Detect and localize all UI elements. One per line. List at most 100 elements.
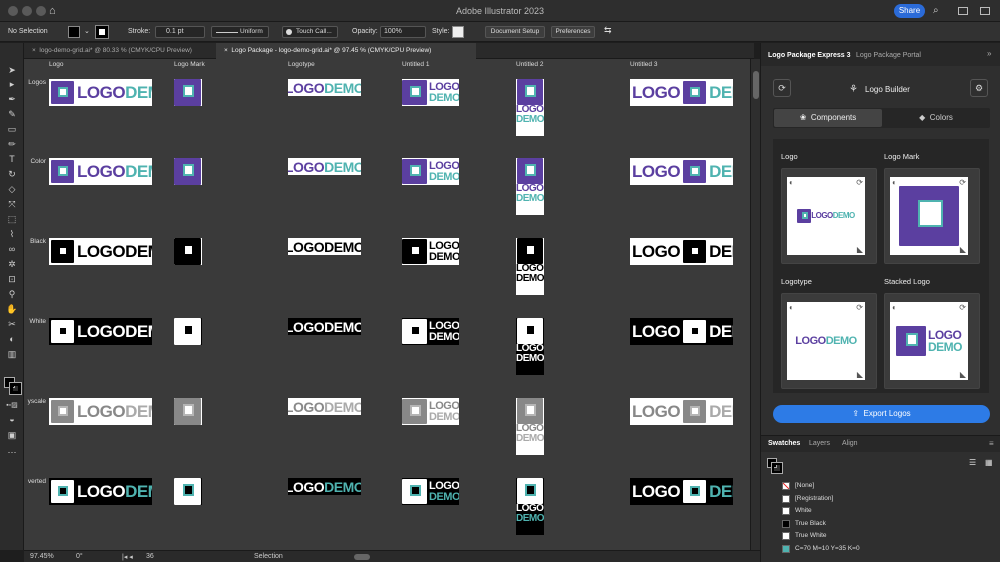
- preferences-button[interactable]: Preferences: [551, 26, 595, 38]
- swatch-stroke-icon[interactable]: [771, 462, 783, 474]
- logo-artwork[interactable]: LOGODEMO: [49, 478, 152, 505]
- untitled-1-artwork[interactable]: LOGO DEMO: [402, 158, 459, 185]
- tab-logo-package-express[interactable]: Logo Package Express 3: [768, 52, 850, 59]
- logotype-artwork[interactable]: LOGODEMO: [288, 79, 361, 96]
- stroke-swatch[interactable]: [95, 25, 109, 39]
- logo-mark-artwork[interactable]: [174, 79, 202, 106]
- grid-view-icon[interactable]: ▦: [985, 458, 993, 467]
- document-setup-button[interactable]: Document Setup: [485, 26, 545, 38]
- contrast-icon[interactable]: ◐: [892, 178, 897, 187]
- artboard-canvas[interactable]: Logo Logo Mark Logotype Untitled 1 Untit…: [24, 59, 750, 550]
- logo-mark-artwork[interactable]: [174, 158, 202, 185]
- logotype-artwork[interactable]: LOGODEMO: [288, 398, 361, 415]
- tab-logo-package[interactable]: × Logo Package - logo-demo-grid.ai* @ 97…: [216, 43, 476, 59]
- width-tool-icon[interactable]: ⤧: [6, 200, 18, 209]
- stroke-weight-field[interactable]: 0.1 pt: [155, 26, 205, 38]
- tab-align[interactable]: Align: [842, 440, 858, 447]
- untitled-1-artwork[interactable]: LOGO DEMO: [402, 398, 459, 425]
- search-icon[interactable]: ⌕: [933, 5, 939, 16]
- paint-bucket-icon[interactable]: ◣: [960, 370, 966, 379]
- tab-logo-package-portal[interactable]: Logo Package Portal: [856, 52, 921, 59]
- tab-logo-demo-grid[interactable]: × logo-demo-grid.ai* @ 80.33 % (CMYK/CPU…: [24, 43, 214, 59]
- rotate-tool-icon[interactable]: ↻: [6, 170, 18, 179]
- logotype-artwork[interactable]: LOGODEMO: [288, 158, 361, 175]
- draw-mode-icon[interactable]: ◒: [6, 415, 18, 424]
- untitled-2-artwork[interactable]: LOGO DEMO: [516, 478, 544, 535]
- curvature-tool-icon[interactable]: ✎: [6, 110, 18, 119]
- blend-tool-icon[interactable]: ∞: [6, 245, 18, 254]
- pen-tool-icon[interactable]: ✒: [6, 95, 18, 104]
- shape-builder-tool-icon[interactable]: ◐: [6, 335, 18, 344]
- symbol-sprayer-tool-icon[interactable]: ✲: [6, 260, 18, 269]
- scissors-tool-icon[interactable]: ✂: [6, 320, 18, 329]
- logo-artwork[interactable]: LOGODEMO: [49, 398, 152, 425]
- untitled-1-artwork[interactable]: LOGO DEMO: [402, 478, 459, 505]
- logo-artwork[interactable]: LOGODEMO: [49, 158, 152, 185]
- list-view-icon[interactable]: ☰: [969, 458, 976, 467]
- export-logos-button[interactable]: ⇪ Export Logos: [773, 405, 990, 423]
- untitled-1-artwork[interactable]: LOGO DEMO: [402, 318, 459, 345]
- contrast-icon[interactable]: ◐: [789, 178, 794, 187]
- logotype-artwork[interactable]: LOGODEMO: [288, 318, 361, 335]
- graphic-style-swatch[interactable]: [452, 26, 464, 38]
- screen-mode-icon[interactable]: ▣: [6, 431, 18, 440]
- refresh-icon[interactable]: ⟳: [773, 79, 791, 97]
- logotype-artwork[interactable]: LOGODEMO: [288, 478, 361, 495]
- untitled-2-artwork[interactable]: LOGO DEMO: [516, 158, 544, 215]
- logo-card[interactable]: ◐ ⟳ ◣ LOGODEMO: [781, 168, 877, 264]
- logo-mark-artwork[interactable]: [174, 478, 202, 505]
- horizontal-scroll-thumb[interactable]: [354, 554, 370, 560]
- refresh-icon[interactable]: ⟳: [959, 178, 966, 187]
- untitled-3-artwork[interactable]: LOGO DEMO: [630, 398, 733, 425]
- type-tool-icon[interactable]: T: [6, 155, 18, 164]
- untitled-3-artwork[interactable]: LOGO DEMO: [630, 238, 733, 265]
- selection-tool-icon[interactable]: ➤: [6, 66, 18, 75]
- share-button[interactable]: Share: [894, 4, 925, 18]
- untitled-3-artwork[interactable]: LOGO DEMO: [630, 79, 733, 106]
- logo-mark-artwork[interactable]: [174, 398, 202, 425]
- swatch-item[interactable]: True White: [779, 530, 991, 542]
- paintbrush-tool-icon[interactable]: ✏: [6, 140, 18, 149]
- variable-width-profile[interactable]: Uniform: [211, 26, 269, 38]
- refresh-icon[interactable]: ⟳: [959, 303, 966, 312]
- panel-collapse-icon[interactable]: »: [987, 49, 991, 58]
- scroll-thumb[interactable]: [753, 71, 759, 99]
- opacity-field[interactable]: 100%: [380, 26, 426, 38]
- untitled-2-artwork[interactable]: LOGO DEMO: [516, 238, 544, 295]
- untitled-2-artwork[interactable]: LOGO DEMO: [516, 318, 544, 375]
- untitled-1-artwork[interactable]: LOGO DEMO: [402, 79, 459, 106]
- untitled-2-artwork[interactable]: LOGO DEMO: [516, 79, 544, 136]
- logotype-artwork[interactable]: LOGODEMO: [288, 238, 361, 255]
- fill-swatch[interactable]: [68, 26, 80, 38]
- untitled-3-artwork[interactable]: LOGO DEMO: [630, 318, 733, 345]
- zoom-tool-icon[interactable]: ⚲: [6, 290, 18, 299]
- direct-selection-tool-icon[interactable]: ▸: [6, 80, 18, 89]
- logo-mark-card[interactable]: ◐ ⟳ ◣: [884, 168, 980, 264]
- hand-tool-icon[interactable]: ✋: [6, 305, 18, 314]
- stroke-color-icon[interactable]: [9, 382, 22, 395]
- swatch-item[interactable]: C=70 M=10 Y=35 K=0: [779, 543, 991, 555]
- tab-swatches[interactable]: Swatches: [768, 440, 800, 447]
- logotype-card[interactable]: ◐ ⟳ ◣ LOGODEMO: [781, 293, 877, 389]
- contrast-icon[interactable]: ◐: [789, 303, 794, 312]
- untitled-3-artwork[interactable]: LOGO DEMO: [630, 158, 733, 185]
- brush-definition[interactable]: Touch Call...: [282, 26, 338, 38]
- paint-bucket-icon[interactable]: ◣: [857, 245, 863, 254]
- artboard-nav-icon[interactable]: |◂ ◂: [122, 553, 133, 561]
- paint-bucket-icon[interactable]: ◣: [857, 370, 863, 379]
- logo-mark-artwork[interactable]: [174, 238, 202, 265]
- artboard-tool-icon[interactable]: ⊡: [6, 275, 18, 284]
- refresh-icon[interactable]: ⟳: [856, 303, 863, 312]
- stacked-logo-card[interactable]: ◐ ⟳ ◣ LOGO DEMO: [884, 293, 980, 389]
- rotation-value[interactable]: 0°: [76, 553, 83, 560]
- tab-layers[interactable]: Layers: [809, 440, 830, 447]
- panel-menu-icon[interactable]: ≡: [989, 439, 994, 448]
- untitled-2-artwork[interactable]: LOGO DEMO: [516, 398, 544, 455]
- arrange-documents-icon[interactable]: [980, 7, 990, 15]
- more-tools-icon[interactable]: ⋯: [6, 448, 18, 457]
- untitled-3-artwork[interactable]: LOGO DEMO: [630, 478, 733, 505]
- swatch-item[interactable]: [None]: [779, 480, 991, 492]
- arrange-icon[interactable]: ⇆: [604, 25, 612, 36]
- workspace-icon[interactable]: [958, 7, 968, 15]
- artboard-number[interactable]: 36: [146, 553, 154, 560]
